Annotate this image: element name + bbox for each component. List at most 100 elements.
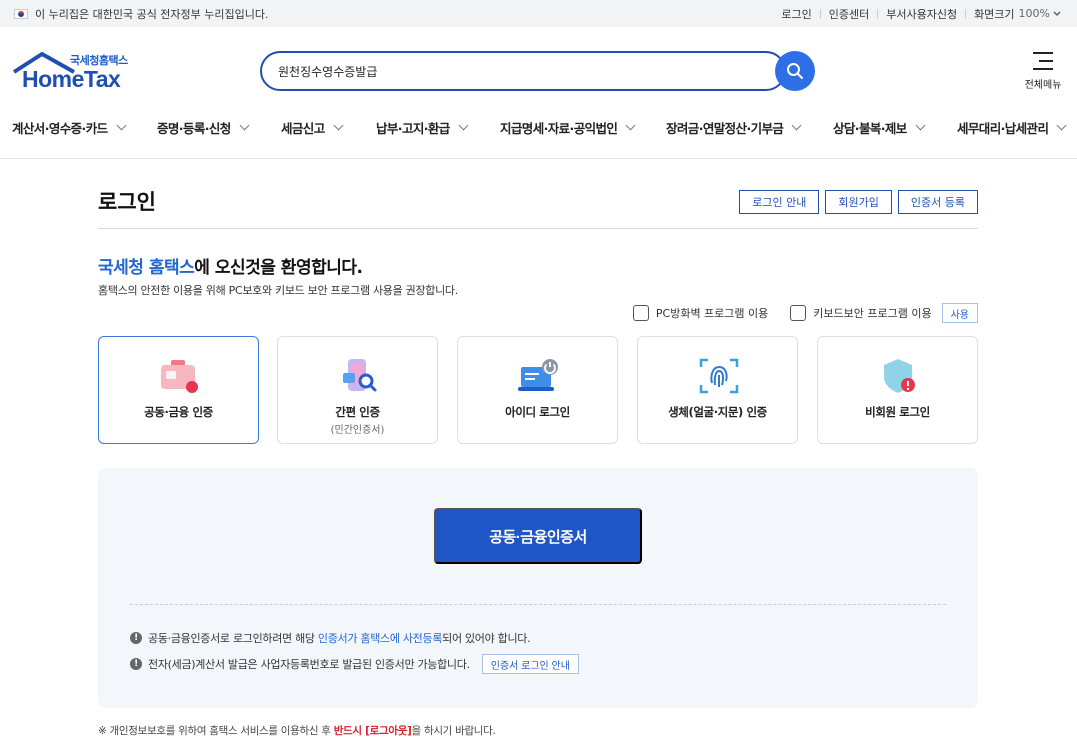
title-actions: 로그인 안내 회원가입 인증서 등록 — [739, 190, 978, 214]
nav-label: 세무대리·납세관리 — [957, 120, 1049, 136]
notice-text: 공동·금융인증서로 로그인하려면 해당 인증서가 홈택스에 사전등록되어 있어야… — [148, 630, 531, 646]
welcome-highlight: 국세청 홈택스 — [98, 258, 195, 278]
nav-label: 계산서·영수증·카드 — [12, 120, 108, 136]
method-label: 아이디 로그인 — [505, 405, 570, 419]
cert-login-guide-button[interactable]: 인증서 로그인 안내 — [481, 654, 579, 674]
chevron-down-icon — [458, 120, 469, 130]
login-methods: 공동·금융 인증 간편 인증 (민간인증서) 아이디 로그인 생체(얼굴·지문)… — [98, 336, 978, 444]
nav-label: 납부·고지·환급 — [376, 120, 450, 136]
notice-text-part: 되어 있어야 합니다. — [442, 632, 531, 645]
nav-label: 세금신고 — [281, 120, 325, 136]
divider — [98, 228, 978, 229]
welcome-heading: 국세청 홈택스에 오신것을 환영합니다. — [98, 253, 363, 278]
gov-banner: 이 누리집은 대한민국 공식 전자정부 누리집입니다. 로그인 인증센터 부서사… — [0, 0, 1077, 27]
gov-banner-left: 이 누리집은 대한민국 공식 전자정부 누리집입니다. — [14, 0, 269, 27]
notice-text: 전자(세금)계산서 발급은 사업자등록번호로 발급된 인증서만 가능합니다. — [148, 658, 470, 671]
all-menu-button[interactable]: 전체메뉴 — [1020, 52, 1066, 91]
notice-registration: ! 공동·금융인증서로 로그인하려면 해당 인증서가 홈택스에 사전등록되어 있… — [130, 630, 531, 646]
method-guest[interactable]: 비회원 로그인 — [817, 336, 978, 444]
nav-item-consult[interactable]: 상담·불복·제보 — [833, 108, 926, 146]
gov-link-cert-center[interactable]: 인증센터 — [829, 6, 869, 22]
certificate-card-icon — [161, 360, 198, 393]
all-menu-label: 전체메뉴 — [1024, 80, 1062, 91]
shield-icon — [884, 359, 915, 393]
method-label: 간편 인증 — [335, 405, 380, 419]
logout-emphasis: 반드시 [로그아웃] — [333, 725, 412, 737]
search-icon — [787, 63, 803, 79]
chevron-down-icon — [791, 120, 802, 130]
method-id-login[interactable]: 아이디 로그인 — [457, 336, 618, 444]
login-guide-button[interactable]: 로그인 안내 — [739, 190, 820, 214]
divider — [819, 8, 821, 19]
pc-firewall-checkbox[interactable] — [632, 305, 649, 321]
nav-item-agent[interactable]: 세무대리·납세관리 — [957, 108, 1067, 146]
nav-label: 상담·불복·제보 — [833, 120, 907, 136]
divider — [877, 8, 879, 19]
search-box — [260, 51, 786, 91]
method-joint-cert[interactable]: 공동·금융 인증 — [98, 336, 259, 444]
joint-cert-login-button[interactable]: 공동·금융인증서 — [434, 508, 642, 564]
hometax-logo[interactable]: 국세청홈택스 HomeTax — [12, 52, 134, 92]
logout-notice: ※ 개인정보보호를 위하여 홈택스 서비스를 이용하신 후 반드시 [로그아웃]… — [98, 723, 496, 738]
search-button[interactable] — [775, 51, 815, 91]
register-cert-button[interactable]: 인증서 등록 — [897, 190, 978, 214]
gov-link-dept-user[interactable]: 부서사용자신청 — [886, 6, 957, 22]
korea-flag-icon — [14, 8, 28, 19]
chevron-down-icon — [116, 120, 126, 130]
nav-item-certificate[interactable]: 증명·등록·신청 — [157, 108, 250, 146]
laptop-power-icon — [518, 359, 558, 391]
hamburger-icon — [1033, 52, 1053, 70]
zoom-label: 화면크기 — [974, 7, 1015, 21]
search-input[interactable] — [278, 64, 758, 78]
welcome-rest: 에 오신것을 환영합니다. — [194, 258, 363, 278]
zoom-control[interactable]: 화면크기 100% — [974, 6, 1061, 22]
chevron-down-icon — [1053, 11, 1061, 16]
keyboard-security-label: 키보드보안 프로그램 이용 — [813, 307, 932, 320]
nav-item-statements[interactable]: 지급명세·자료·공익법인 — [500, 108, 636, 146]
fingerprint-icon — [699, 358, 739, 394]
footer-text: ※ 개인정보보호를 위하여 홈택스 서비스를 이용하신 후 — [98, 725, 334, 737]
divider — [130, 604, 946, 605]
nav-item-payment[interactable]: 납부·고지·환급 — [376, 108, 469, 146]
method-sublabel: (민간인증서) — [330, 425, 385, 436]
nav-label: 증명·등록·신청 — [157, 120, 231, 136]
method-label: 생체(얼굴·지문) 인증 — [668, 405, 767, 419]
chevron-down-icon — [239, 120, 250, 130]
sign-up-button[interactable]: 회원가입 — [825, 190, 892, 214]
welcome-subtext: 홈택스의 안전한 이용을 위해 PC보호와 키보드 보안 프로그램 사용을 권장… — [98, 284, 458, 297]
cert-preregister-link[interactable]: 인증서가 홈택스에 사전등록 — [318, 632, 443, 645]
phone-search-icon — [343, 359, 377, 392]
gov-banner-links: 로그인 인증센터 부서사용자신청 화면크기 100% — [781, 0, 1061, 27]
use-security-button[interactable]: 사용 — [941, 303, 978, 323]
exclamation-icon: ! — [130, 632, 142, 644]
method-simple-auth[interactable]: 간편 인증 (민간인증서) — [277, 336, 438, 444]
chevron-down-icon — [915, 120, 926, 130]
chevron-down-icon — [625, 120, 636, 130]
page-title: 로그인 — [98, 190, 156, 214]
method-biometric[interactable]: 생체(얼굴·지문) 인증 — [637, 336, 798, 444]
security-options: PC방화벽 프로그램 이용 키보드보안 프로그램 이용 사용 — [632, 303, 978, 323]
nav-label: 지급명세·자료·공익법인 — [500, 120, 618, 136]
nav-item-incentive[interactable]: 장려금·연말정산·기부금 — [666, 108, 802, 146]
gov-link-login[interactable]: 로그인 — [781, 6, 811, 22]
chevron-down-icon — [333, 120, 344, 130]
notice-einvoice: ! 전자(세금)계산서 발급은 사업자등록번호로 발급된 인증서만 가능합니다.… — [130, 654, 579, 674]
divider — [0, 158, 1077, 159]
keyboard-security-checkbox[interactable] — [790, 305, 807, 321]
nav-item-tax-filing[interactable]: 세금신고 — [281, 108, 344, 146]
gov-banner-text: 이 누리집은 대한민국 공식 전자정부 누리집입니다. — [35, 7, 269, 21]
method-label: 비회원 로그인 — [865, 405, 930, 419]
keyboard-security-option[interactable]: 키보드보안 프로그램 이용 — [790, 305, 932, 321]
exclamation-icon: ! — [130, 658, 142, 670]
nav-label: 장려금·연말정산·기부금 — [666, 120, 784, 136]
footer-text: 을 하시기 바랍니다. — [411, 725, 496, 737]
cert-login-panel: 공동·금융인증서 ! 공동·금융인증서로 로그인하려면 해당 인증서가 홈택스에… — [98, 468, 978, 708]
chevron-down-icon — [1056, 120, 1067, 130]
nav-item-invoice[interactable]: 계산서·영수증·카드 — [12, 108, 126, 146]
pc-firewall-option[interactable]: PC방화벽 프로그램 이용 — [632, 305, 768, 321]
notice-text-part: 공동·금융인증서로 로그인하려면 해당 — [148, 632, 318, 645]
logo-text: HomeTax — [22, 66, 121, 92]
method-label: 공동·금융 인증 — [144, 405, 213, 419]
divider — [965, 8, 967, 19]
zoom-value: 100% — [1018, 7, 1050, 20]
